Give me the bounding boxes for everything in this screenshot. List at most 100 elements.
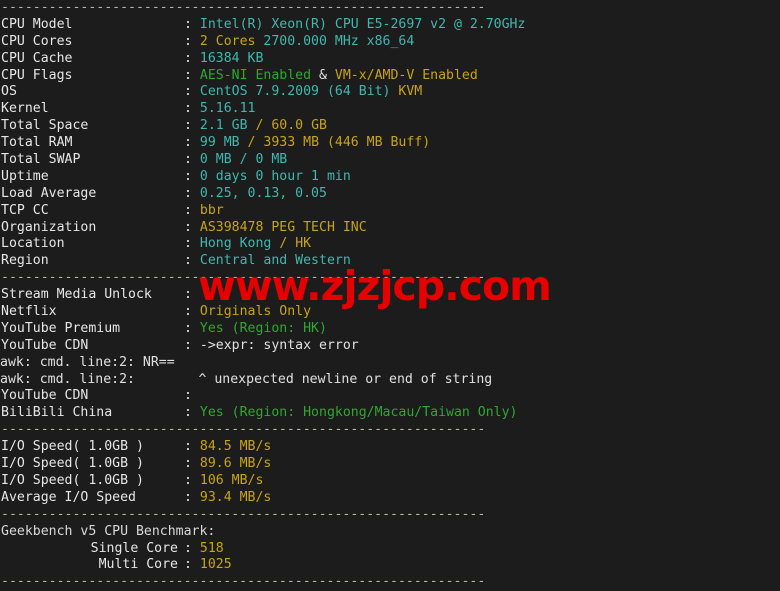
row-location: Location: Hong Kong / HK — [0, 236, 780, 253]
terminal-window: ----------------------------------------… — [0, 0, 780, 589]
label-tcp-cc: TCP CC — [1, 202, 49, 218]
label-netflix: Netflix — [1, 304, 57, 320]
value-bilibili-china: Yes (Region: Hongkong/Macau/Taiwan Only) — [199, 405, 518, 421]
geekbench-title: Geekbench v5 CPU Benchmark: — [1, 523, 216, 539]
value-location-city: Hong Kong — [199, 236, 272, 252]
row-youtube-premium: YouTube Premium: Yes (Region: HK) — [0, 321, 780, 338]
value-netflix: Originals Only — [199, 304, 312, 320]
colon: : — [184, 405, 192, 421]
label-cpu-model: CPU Model — [1, 16, 73, 32]
colon: : — [184, 489, 192, 505]
row-netflix: Netflix: Originals Only — [0, 304, 780, 321]
label-os: OS — [1, 84, 17, 100]
row-cpu-model: CPU Model: Intel(R) Xeon(R) CPU E5-2697 … — [0, 17, 780, 34]
colon: : — [184, 84, 192, 100]
label-uptime: Uptime — [1, 168, 49, 184]
colon: : — [184, 202, 192, 218]
row-uptime: Uptime: 0 days 0 hour 1 min — [0, 169, 780, 186]
row-youtube-cdn: YouTube CDN: ->expr: syntax error — [0, 338, 780, 355]
colon: : — [184, 304, 192, 320]
value-kernel: 5.16.11 — [199, 101, 256, 117]
row-total-ram: Total RAM: 99 MB / 3933 MB (446 MB Buff) — [0, 135, 780, 152]
value-single-core: 518 — [199, 540, 224, 556]
colon: : — [184, 439, 192, 455]
colon: : — [184, 67, 192, 83]
colon: : — [184, 219, 192, 235]
row-cpu-flags: CPU Flags: AES-NI Enabled & VM-x/AMD-V E… — [0, 68, 780, 85]
system-info-section: CPU Model: Intel(R) Xeon(R) CPU E5-2697 … — [0, 17, 780, 270]
label-single-core: Single Core — [90, 540, 178, 556]
row-stream-media-unlock: Stream Media Unlock: — [0, 287, 780, 304]
label-stream-media-unlock: Stream Media Unlock — [1, 287, 152, 303]
row-total-swap: Total SWAP: 0 MB / 0 MB — [0, 152, 780, 169]
io-speed-section: I/O Speed( 1.0GB ): 84.5 MB/s I/O Speed(… — [0, 439, 780, 507]
label-youtube-premium: YouTube Premium — [1, 320, 121, 336]
colon: : — [184, 472, 192, 488]
colon: : — [184, 540, 192, 556]
colon: : — [184, 236, 192, 252]
value-io-speed-1: 84.5 MB/s — [199, 439, 272, 455]
row-io-speed-3: I/O Speed( 1.0GB ): 106 MB/s — [0, 473, 780, 490]
stream-media-section: Stream Media Unlock: Netflix: Originals … — [0, 287, 780, 422]
value-cpu-flag-amp: & — [311, 67, 335, 83]
row-io-speed-2: I/O Speed( 1.0GB ): 89.6 MB/s — [0, 456, 780, 473]
label-multi-core: Multi Core — [98, 557, 178, 573]
value-uptime: 0 days 0 hour 1 min — [199, 168, 351, 184]
value-load-average: 0.25, 0.13, 0.05 — [199, 185, 327, 201]
label-total-swap: Total SWAP — [1, 152, 81, 168]
colon: : — [184, 152, 192, 168]
value-youtube-cdn: ->expr: syntax error — [199, 337, 359, 353]
colon: : — [184, 253, 192, 269]
separator-rule-top: ----------------------------------------… — [1, 0, 486, 15]
row-youtube-cdn-2: YouTube CDN: — [0, 388, 780, 405]
row-kernel: Kernel: 5.16.11 — [0, 101, 780, 118]
label-bilibili-china: BiliBili China — [1, 405, 113, 421]
separator-rule-bottom: ----------------------------------------… — [1, 574, 486, 590]
label-region: Region — [1, 253, 49, 269]
colon: : — [184, 388, 192, 404]
value-ram-used: 99 MB — [199, 135, 240, 151]
row-average-io-speed: Average I/O Speed: 93.4 MB/s — [0, 490, 780, 507]
colon: : — [184, 33, 192, 49]
label-location: Location — [1, 236, 65, 252]
label-cpu-cores: CPU Cores — [1, 33, 73, 49]
row-organization: Organization: AS398478 PEG TECH INC — [0, 220, 780, 237]
colon: : — [184, 135, 192, 151]
label-io-speed-3: I/O Speed( 1.0GB ) — [1, 472, 144, 488]
separator-rule-stream: ----------------------------------------… — [1, 270, 486, 286]
value-cpu-model: Intel(R) Xeon(R) CPU E5-2697 v2 @ 2.70GH… — [199, 16, 526, 32]
colon: : — [184, 50, 192, 66]
row-cpu-cache: CPU Cache: 16384 KB — [0, 51, 780, 68]
label-kernel: Kernel — [1, 101, 49, 117]
awk-error-line-2: awk: cmd. line:2: ^ unexpected newline o… — [0, 371, 493, 387]
value-ram-total: / 3933 MB (446 MB Buff) — [239, 135, 431, 151]
row-io-speed-1: I/O Speed( 1.0GB ): 84.5 MB/s — [0, 439, 780, 456]
separator-rule-io: ----------------------------------------… — [1, 422, 486, 438]
row-os: OS: CentOS 7.9.2009 (64 Bit) KVM — [0, 84, 780, 101]
label-io-speed-1: I/O Speed( 1.0GB ) — [1, 439, 144, 455]
label-total-ram: Total RAM — [1, 135, 73, 151]
value-io-speed-3: 106 MB/s — [199, 472, 264, 488]
label-average-io-speed: Average I/O Speed — [1, 489, 136, 505]
geekbench-section: Geekbench v5 CPU Benchmark: Single Core:… — [0, 524, 780, 575]
separator-rule-geekbench: ----------------------------------------… — [1, 506, 486, 522]
row-total-space: Total Space: 2.1 GB / 60.0 GB — [0, 118, 780, 135]
label-youtube-cdn-2: YouTube CDN — [1, 388, 89, 404]
value-space-used: 2.1 GB — [199, 118, 248, 134]
value-io-speed-2: 89.6 MB/s — [199, 456, 272, 472]
value-total-swap: 0 MB / 0 MB — [199, 152, 288, 168]
label-io-speed-2: I/O Speed( 1.0GB ) — [1, 456, 144, 472]
row-region: Region: Central and Western — [0, 253, 780, 270]
value-cpu-cores-count: 2 Cores — [199, 33, 256, 49]
row-geekbench-single-core: Single Core: 518 — [0, 541, 780, 558]
value-youtube-premium: Yes (Region: HK) — [199, 320, 327, 336]
awk-error-line-1: awk: cmd. line:2: NR== — [0, 354, 175, 370]
value-cpu-cores-detail: 2700.000 MHz x86_64 — [255, 33, 415, 49]
row-tcp-cc: TCP CC: bbr — [0, 203, 780, 220]
value-organization: AS398478 PEG TECH INC — [199, 219, 367, 235]
colon: : — [184, 101, 192, 117]
label-cpu-cache: CPU Cache — [1, 50, 73, 66]
row-cpu-cores: CPU Cores: 2 Cores 2700.000 MHz x86_64 — [0, 34, 780, 51]
colon: : — [184, 320, 192, 336]
colon: : — [184, 118, 192, 134]
